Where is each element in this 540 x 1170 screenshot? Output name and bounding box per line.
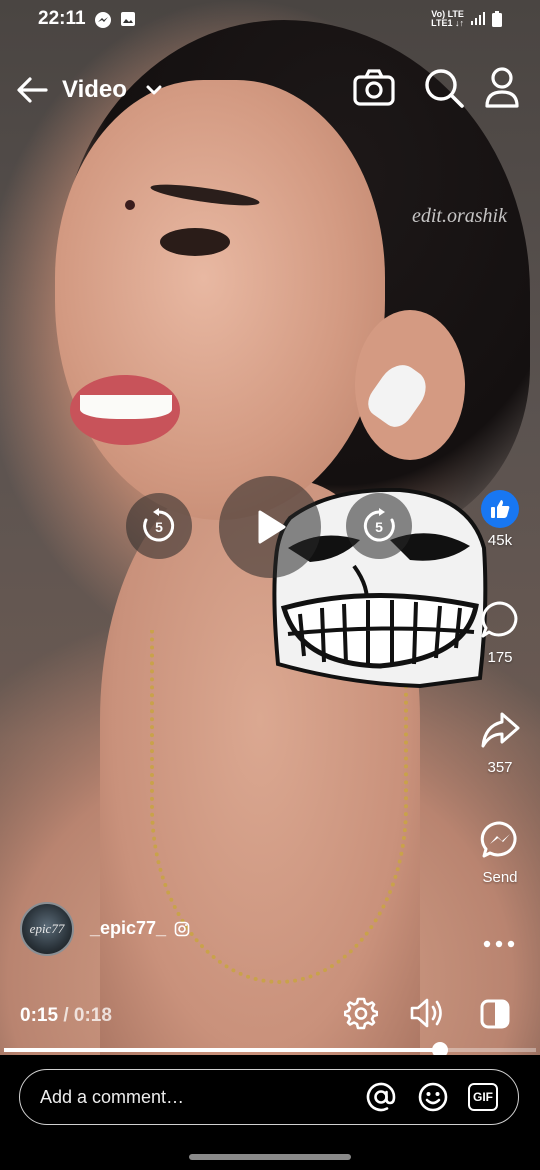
avatar[interactable]: epic77 (20, 902, 74, 956)
more-options-icon[interactable] (481, 932, 517, 956)
progress-fill (4, 1048, 441, 1052)
comment-bubble-icon (481, 601, 518, 638)
battery-icon (492, 11, 502, 27)
comment-count: 175 (487, 649, 513, 666)
share-button[interactable]: 357 (470, 710, 530, 776)
like-icon-wrapper (481, 490, 519, 528)
gif-label: GIF (473, 1090, 493, 1104)
rewind-seconds-label: 5 (155, 519, 163, 535)
total-time: 0:18 (73, 1005, 112, 1026)
person-icon[interactable] (482, 66, 522, 110)
time-separator: / (63, 1005, 69, 1026)
forward-seconds-label: 5 (375, 519, 383, 535)
emoji-icon[interactable] (418, 1082, 448, 1112)
progress-track[interactable] (4, 1042, 536, 1058)
rewind-icon: 5 (143, 508, 175, 542)
comment-placeholder: Add a comment… (40, 1087, 185, 1107)
fullscreen-icon[interactable] (480, 999, 510, 1029)
play-button[interactable] (219, 476, 321, 578)
video-content-eye (160, 228, 230, 256)
network-indicator: Vo) LTE LTE1 ↓↑ (431, 10, 464, 28)
share-arrow-icon (481, 712, 520, 748)
time-display: 0:15 / 0:18 (20, 1005, 112, 1027)
video-content-teeth (80, 395, 172, 419)
gallery-notification-icon (121, 12, 135, 26)
video-content-face (55, 80, 385, 520)
gif-button[interactable]: GIF (468, 1083, 498, 1111)
share-count: 357 (487, 759, 513, 776)
volume-icon[interactable] (409, 996, 445, 1030)
comment-button[interactable]: 175 (470, 600, 530, 666)
notification-icons (94, 11, 136, 29)
status-right: Vo) LTE LTE1 ↓↑ (431, 10, 502, 28)
home-indicator[interactable] (189, 1154, 351, 1160)
comment-input[interactable]: Add a comment… GIF (19, 1069, 519, 1125)
thumbs-up-icon (491, 500, 510, 518)
page-title[interactable]: Video (62, 76, 127, 104)
like-count: 45k (487, 532, 513, 549)
author-name[interactable]: _epic77_ (90, 918, 166, 939)
status-time: 22:11 (38, 8, 86, 29)
gear-icon[interactable] (344, 996, 378, 1030)
video-content-bindi (125, 200, 135, 210)
forward-5-button[interactable]: 5 (346, 493, 412, 559)
play-icon (258, 510, 286, 544)
comment-bar: Add a comment… GIF (0, 1055, 540, 1170)
messenger-icon (480, 821, 517, 858)
avatar-text: epic77 (29, 921, 65, 936)
rewind-5-button[interactable]: 5 (126, 493, 192, 559)
top-bar: Video (0, 62, 540, 118)
messenger-notification-icon (95, 12, 111, 28)
camera-icon[interactable] (352, 68, 396, 108)
status-bar: 22:11 Vo) LTE LTE1 ↓↑ (0, 0, 540, 44)
watermark-text: edit.orashik (412, 205, 507, 227)
chevron-down-icon[interactable] (144, 80, 164, 100)
network-bottom-label: LTE1 ↓↑ (431, 18, 464, 28)
current-time: 0:15 (20, 1005, 59, 1026)
arrow-left-icon[interactable] (14, 72, 50, 108)
like-button[interactable]: 45k (470, 490, 530, 549)
forward-icon: 5 (363, 508, 395, 542)
instagram-icon (174, 921, 190, 937)
signal-icon (471, 12, 485, 25)
send-label: Send (482, 869, 518, 886)
mention-icon[interactable] (366, 1082, 396, 1112)
search-icon[interactable] (422, 66, 466, 110)
send-button[interactable]: Send (470, 820, 530, 886)
